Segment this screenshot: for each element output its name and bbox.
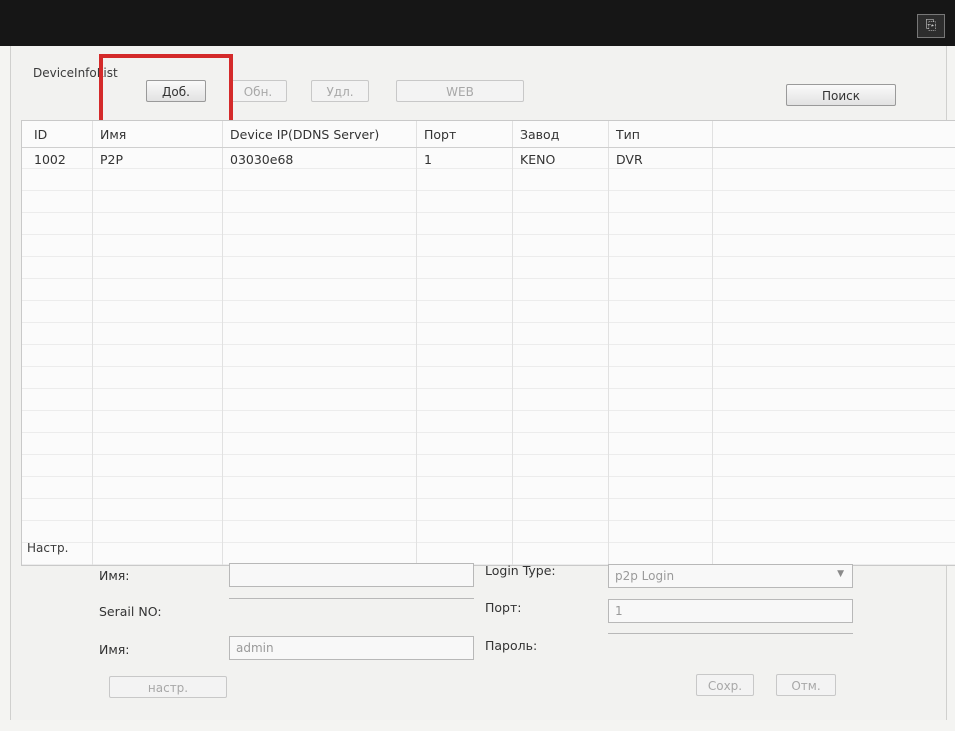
cell-name: P2P (100, 152, 124, 167)
user-label: Имя: (99, 642, 130, 657)
web-button[interactable]: WEB (396, 80, 524, 102)
column-header-id[interactable]: ID (34, 127, 47, 142)
column-divider (712, 121, 713, 565)
cell-port: 1 (424, 152, 432, 167)
login-type-label: Login Type: (485, 563, 556, 578)
column-divider (608, 121, 609, 565)
settings-label: Настр. (27, 541, 69, 555)
device-manager-window: DeviceInfoList Доб. Обн. Удл. WEB Поиск … (10, 46, 955, 720)
column-header-type[interactable]: Тип (616, 127, 640, 142)
port-label: Порт: (485, 600, 522, 615)
column-divider (416, 121, 417, 565)
chevron-down-icon: ▼ (837, 569, 844, 579)
column-header-manufacturer[interactable]: Завод (520, 127, 559, 142)
cell-manufacturer: KENO (520, 152, 556, 167)
cancel-button[interactable]: Отм. (776, 674, 836, 696)
column-divider (512, 121, 513, 565)
table-gridlines (22, 147, 955, 565)
cell-type: DVR (616, 152, 643, 167)
cell-id: 1002 (34, 152, 66, 167)
password-input[interactable] (608, 633, 853, 657)
port-input[interactable]: 1 (608, 599, 853, 623)
save-button[interactable]: Сохр. (696, 674, 754, 696)
search-button[interactable]: Поиск (786, 84, 896, 106)
login-type-select[interactable]: p2p Login ▼ (608, 564, 853, 588)
column-header-port[interactable]: Порт (424, 127, 456, 142)
table-header: ID Имя Device IP(DDNS Server) Порт Завод… (22, 121, 955, 148)
column-divider (92, 121, 93, 565)
add-button-highlight (99, 54, 233, 128)
column-header-name[interactable]: Имя (100, 127, 126, 142)
config-button[interactable]: настр. (109, 676, 227, 698)
column-divider (222, 121, 223, 565)
name-input[interactable] (229, 563, 474, 587)
password-label: Пароль: (485, 638, 538, 653)
delete-button[interactable]: Удл. (311, 80, 369, 102)
exit-icon[interactable]: ⎘ (917, 14, 945, 38)
cell-device-ip: 03030e68 (230, 152, 294, 167)
refresh-button[interactable]: Обн. (229, 80, 287, 102)
serial-label: Serail NO: (99, 604, 162, 619)
device-table: ID Имя Device IP(DDNS Server) Порт Завод… (21, 120, 955, 566)
serial-input[interactable] (229, 598, 474, 622)
user-input[interactable]: admin (229, 636, 474, 660)
table-row[interactable]: 1002 P2P 03030e68 1 KENO DVR (22, 149, 955, 171)
column-header-device-ip[interactable]: Device IP(DDNS Server) (230, 127, 379, 142)
title-bar: ⎘ (0, 0, 955, 46)
login-type-value: p2p Login (615, 569, 675, 583)
name-label: Имя: (99, 568, 130, 583)
